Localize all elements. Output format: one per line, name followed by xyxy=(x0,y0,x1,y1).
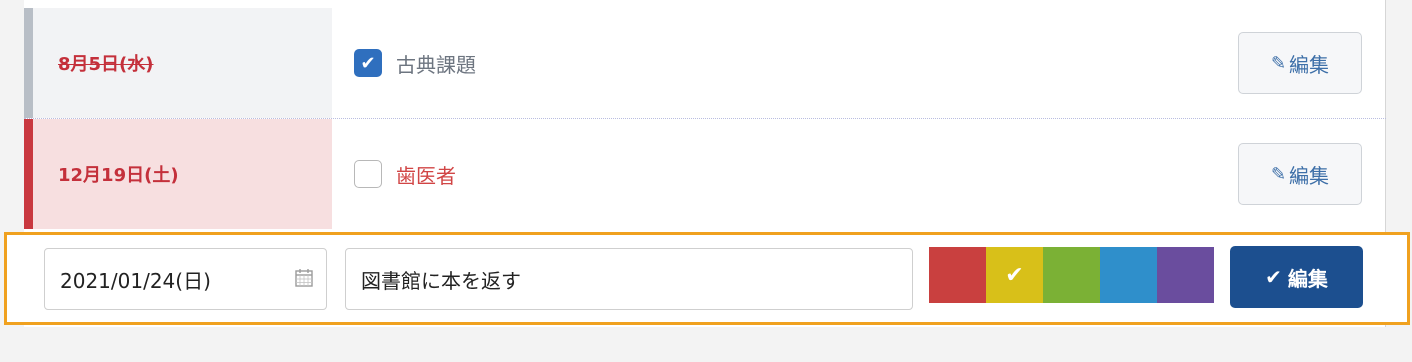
color-swatch-red[interactable] xyxy=(929,247,986,303)
task-date-cell: 8月5日(水) xyxy=(24,8,332,118)
pencil-icon: ✎ xyxy=(1270,52,1287,74)
task-label: 古典課題 xyxy=(396,52,476,77)
task-checkbox[interactable] xyxy=(354,160,382,188)
calendar-icon[interactable] xyxy=(294,268,314,293)
edit-button-label: 編集 xyxy=(1289,163,1330,188)
task-date-cell: 12月19日(土) xyxy=(24,119,332,229)
checkmark-icon: ✔ xyxy=(360,52,376,74)
color-swatch-green[interactable] xyxy=(1043,247,1100,303)
edit-button-label: 編集 xyxy=(1289,52,1330,77)
color-swatch-purple[interactable] xyxy=(1157,247,1214,303)
color-swatch-yellow[interactable]: ✔ xyxy=(986,247,1043,303)
date-input-value: 2021/01/24(日) xyxy=(60,268,211,293)
check-icon: ✔ xyxy=(1265,265,1282,289)
task-text-input-value: 図書館に本を返す xyxy=(361,268,521,293)
task-date: 8月5日(水) xyxy=(58,54,154,75)
task-date: 12月19日(土) xyxy=(58,165,179,186)
save-edit-button-label: 編集 xyxy=(1287,266,1328,291)
edit-button[interactable]: ✎ 編集 xyxy=(1238,143,1362,205)
task-row: 12月19日(土) 歯医者 ✎ 編集 xyxy=(24,119,1386,229)
edit-button[interactable]: ✎ 編集 xyxy=(1238,32,1362,94)
task-checkbox[interactable]: ✔ xyxy=(354,49,382,77)
date-input[interactable]: 2021/01/24(日) xyxy=(44,248,327,310)
save-edit-button[interactable]: ✔ 編集 xyxy=(1230,246,1363,308)
task-edit-form: 2021/01/24(日) 図書館に本を返す ✔ ✔ 編集 xyxy=(4,232,1410,325)
color-picker: ✔ xyxy=(929,247,1214,303)
pencil-icon: ✎ xyxy=(1270,163,1287,185)
task-row: 8月5日(水) ✔ 古典課題 ✎ 編集 xyxy=(24,8,1386,119)
task-cell: ✔ 古典課題 xyxy=(354,8,476,118)
check-icon: ✔ xyxy=(1005,262,1024,288)
task-cell: 歯医者 xyxy=(354,119,456,229)
task-label: 歯医者 xyxy=(396,163,456,188)
task-text-input[interactable]: 図書館に本を返す xyxy=(345,248,913,310)
color-swatch-blue[interactable] xyxy=(1100,247,1157,303)
page-background-strip xyxy=(0,327,1412,362)
